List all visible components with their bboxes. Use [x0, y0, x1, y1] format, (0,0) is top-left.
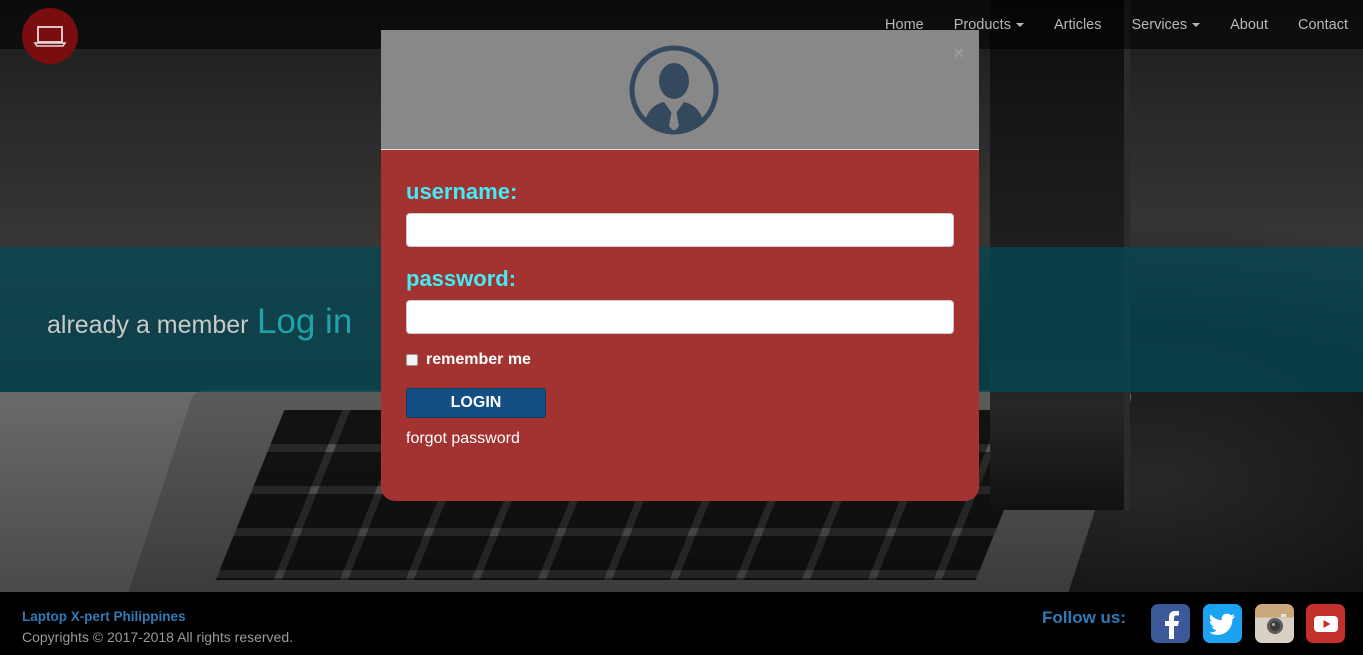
- nav-about[interactable]: About: [1215, 17, 1283, 33]
- footer-brand: Laptop X-pert Philippines: [22, 609, 186, 624]
- password-label: password:: [406, 266, 517, 291]
- username-input[interactable]: [406, 213, 954, 247]
- remember-me[interactable]: remember me: [406, 351, 531, 369]
- password-input[interactable]: [406, 300, 954, 334]
- caret-down-icon: [1192, 22, 1201, 27]
- cta-text: already a member: [47, 311, 249, 339]
- footer-copyright: Copyrights © 2017-2018 All rights reserv…: [22, 629, 294, 645]
- laptop-icon: [33, 26, 67, 47]
- nav-services[interactable]: Services: [1117, 17, 1216, 33]
- youtube-icon[interactable]: [1306, 604, 1345, 643]
- cta-login-link[interactable]: Log in: [257, 302, 352, 341]
- login-button[interactable]: LOGIN: [406, 388, 546, 418]
- instagram-icon[interactable]: [1255, 604, 1294, 643]
- remember-label: remember me: [426, 351, 531, 368]
- username-label: username:: [406, 179, 518, 204]
- follow-us-label: Follow us:: [1042, 608, 1127, 627]
- caret-down-icon: [1015, 22, 1024, 27]
- user-avatar-icon: [629, 45, 719, 135]
- close-button[interactable]: ×: [953, 44, 964, 62]
- twitter-icon[interactable]: [1203, 604, 1242, 643]
- forgot-password-link[interactable]: forgot password: [406, 430, 520, 448]
- remember-checkbox[interactable]: [406, 354, 418, 366]
- footer: Laptop X-pert Philippines Copyrights © 2…: [0, 592, 1363, 655]
- modal-header: ×: [381, 30, 979, 150]
- nav-articles[interactable]: Articles: [1039, 17, 1117, 33]
- login-cta: already a member Log in: [47, 302, 352, 342]
- login-modal: × username: password: remember me LOGIN …: [381, 30, 979, 501]
- site-logo[interactable]: [22, 8, 78, 64]
- facebook-icon[interactable]: [1151, 604, 1190, 643]
- nav-contact[interactable]: Contact: [1283, 17, 1363, 33]
